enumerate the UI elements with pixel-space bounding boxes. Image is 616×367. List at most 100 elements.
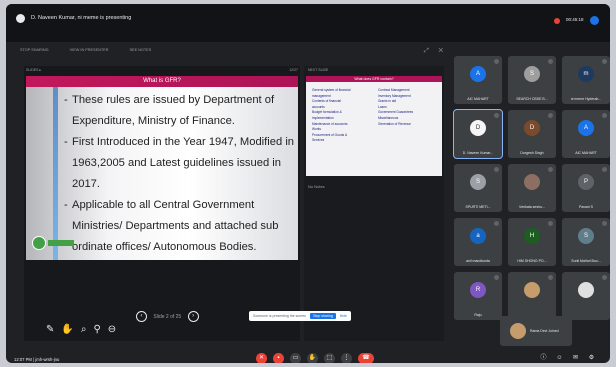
participant-avatar (524, 174, 540, 190)
participant-name: anil mandlunda (466, 259, 490, 263)
window-controls[interactable]: ⤢ ✕ (424, 48, 447, 55)
user-avatar-icon[interactable] (590, 16, 599, 25)
participant-tile[interactable] (508, 272, 556, 320)
current-slide: What is GFR? These rules are issued by D… (26, 76, 298, 260)
slides-label: SLIDES ▸ (26, 68, 42, 72)
participant-tile[interactable]: Venkata seshu... (508, 164, 556, 212)
participant-name: ni meme Hyderab... (570, 97, 602, 101)
participant-name: SPURTI METI... (465, 205, 491, 209)
participant-tile[interactable]: A AIC MAHART (562, 110, 610, 158)
end-call-icon[interactable]: ☎ (358, 353, 374, 363)
participant-avatar: S (578, 228, 594, 244)
participant-tile[interactable]: P Pavani S (562, 164, 610, 212)
bullet: First Introduced in the Year 1947, Modif… (64, 132, 296, 153)
bullet: ordinate offices/ Autonomous Bodies. (72, 241, 257, 253)
mic-status-icon (494, 113, 499, 118)
slide-accent-stripe (53, 87, 58, 260)
eraser-icon[interactable]: ⊖ (108, 324, 116, 335)
participant-tile[interactable]: S SEARCH CBSE B... (508, 56, 556, 104)
participant-tile[interactable]: H HIM SHONG PO... (508, 218, 556, 266)
mini-left-col: General system of financial management C… (312, 88, 350, 144)
participant-name: Sunil Malhot Bou... (571, 259, 601, 263)
no-notes-label: No Notes (308, 184, 325, 189)
participant-tile[interactable] (562, 272, 610, 320)
participant-tile[interactable]: S Sunil Malhot Bou... (562, 218, 610, 266)
pen-icon[interactable]: ✎ (46, 324, 54, 335)
presenter-avatar (16, 14, 25, 23)
camera-off-icon[interactable]: ▪ (273, 353, 284, 363)
presenting-label: D. Naveen Kumar, ni meme is presenting (31, 15, 132, 21)
zoom-icon[interactable]: ⌕ (81, 324, 87, 335)
stop-sharing-button[interactable]: STOP SHARING (20, 48, 49, 52)
mic-status-icon (548, 167, 553, 172)
participant-name: Venkata seshu... (519, 205, 545, 209)
mini-right-col: Contract Management Inventory Management… (378, 88, 413, 127)
meeting-clock: 12:07 PM | jmh-wrsh-jnu (14, 357, 60, 362)
mic-status-icon (602, 221, 607, 226)
notes-pane: NEXT SLIDE What does GFR contain? Genera… (304, 66, 444, 341)
participant-tile[interactable]: A AIC MAHART (454, 56, 502, 104)
chat-icon[interactable]: ✉ (572, 355, 579, 362)
mic-status-icon (548, 275, 553, 280)
raise-hand-icon[interactable]: ✋ (307, 353, 318, 363)
participant-name: Raju (474, 313, 482, 317)
present-icon[interactable]: ⬚ (324, 353, 335, 363)
share-notice-text: Someone is presenting the screen (253, 314, 307, 318)
participant-avatar: P (578, 174, 594, 190)
next-slide-thumbnail[interactable]: What does GFR contain? General system of… (306, 76, 442, 176)
next-slide-button[interactable]: › (187, 311, 199, 322)
participant-tile[interactable]: m ni meme Hyderab... (562, 56, 610, 104)
participant-avatar: D (524, 120, 540, 136)
participant-avatar: a (470, 228, 486, 244)
participant-avatar: R (470, 282, 486, 298)
participant-name: HIM SHONG PO... (517, 259, 547, 263)
participant-avatar: D (470, 120, 486, 136)
slide-pane: SLIDES ▸ 12/27 What is GFR? These rules … (24, 66, 300, 341)
joiner-name: Rama Devi Joined (530, 329, 559, 333)
bullet: Expenditure, Ministry of Finance. (72, 115, 235, 127)
participant-avatar: A (578, 120, 594, 136)
joiner-avatar (510, 323, 526, 339)
participant-tile[interactable]: S SPURTI METI... (454, 164, 502, 212)
participant-name: Durgesh Singh (520, 151, 544, 155)
stop-sharing-notice-button[interactable]: Stop sharing (310, 313, 336, 319)
more-options-icon[interactable]: ⋮ (341, 353, 352, 363)
mic-status-icon (602, 167, 607, 172)
mic-status-icon (494, 167, 499, 172)
bullet: 1963,2005 and Latest guidelines issued i… (72, 157, 281, 169)
participant-avatar (524, 282, 540, 298)
participant-name: AIC MAHART (467, 97, 489, 101)
info-icon[interactable]: ⓘ (540, 355, 547, 362)
participant-name: D. Naveen Kumar... (462, 151, 494, 155)
mini-item: Generation of Revenue (378, 121, 411, 126)
hand-icon[interactable]: ✋ (61, 324, 73, 335)
mic-status-icon (548, 113, 553, 118)
mini-item: Services (312, 138, 325, 143)
bullet: These rules are issued by Department of (64, 90, 296, 111)
mic-status-icon (602, 59, 607, 64)
participant-tile[interactable]: a anil mandlunda (454, 218, 502, 266)
participant-tile[interactable]: D D. Naveen Kumar... (453, 109, 503, 159)
presenting-banner: D. Naveen Kumar, ni meme is presenting 0… (6, 4, 610, 42)
join-toast: Rama Devi Joined (500, 316, 572, 346)
view-presenter-button[interactable]: VIEW IN PRESENTER (70, 48, 109, 52)
bullet: Applicable to all Central Government (64, 195, 296, 216)
prev-slide-button[interactable]: ‹ (136, 311, 147, 322)
slide-pager: ‹ Slide 2 of 25 › (136, 311, 199, 322)
mic-off-icon[interactable]: ✕ (256, 353, 267, 363)
participant-avatar: m (578, 66, 594, 82)
people-icon[interactable]: ☺ (556, 355, 563, 362)
see-notes-button[interactable]: SEE NOTES (130, 48, 152, 52)
logo-icon (32, 236, 46, 250)
hide-notice-button[interactable]: Hide (340, 314, 347, 318)
participant-tile[interactable]: D Durgesh Singh (508, 110, 556, 158)
recording-time: 00:45:18 (566, 17, 584, 22)
participant-tile[interactable]: R Raju (454, 272, 502, 320)
logo-banner (48, 240, 74, 246)
bullet: Ministries/ Departments and attached sub (72, 220, 279, 232)
participant-name: AIC MAHART (575, 151, 597, 155)
captions-icon[interactable]: ▭ (290, 353, 301, 363)
mic-status-icon (494, 59, 499, 64)
activities-icon[interactable]: ⚙ (588, 355, 595, 362)
pointer-icon[interactable]: ⚲ (93, 324, 100, 335)
